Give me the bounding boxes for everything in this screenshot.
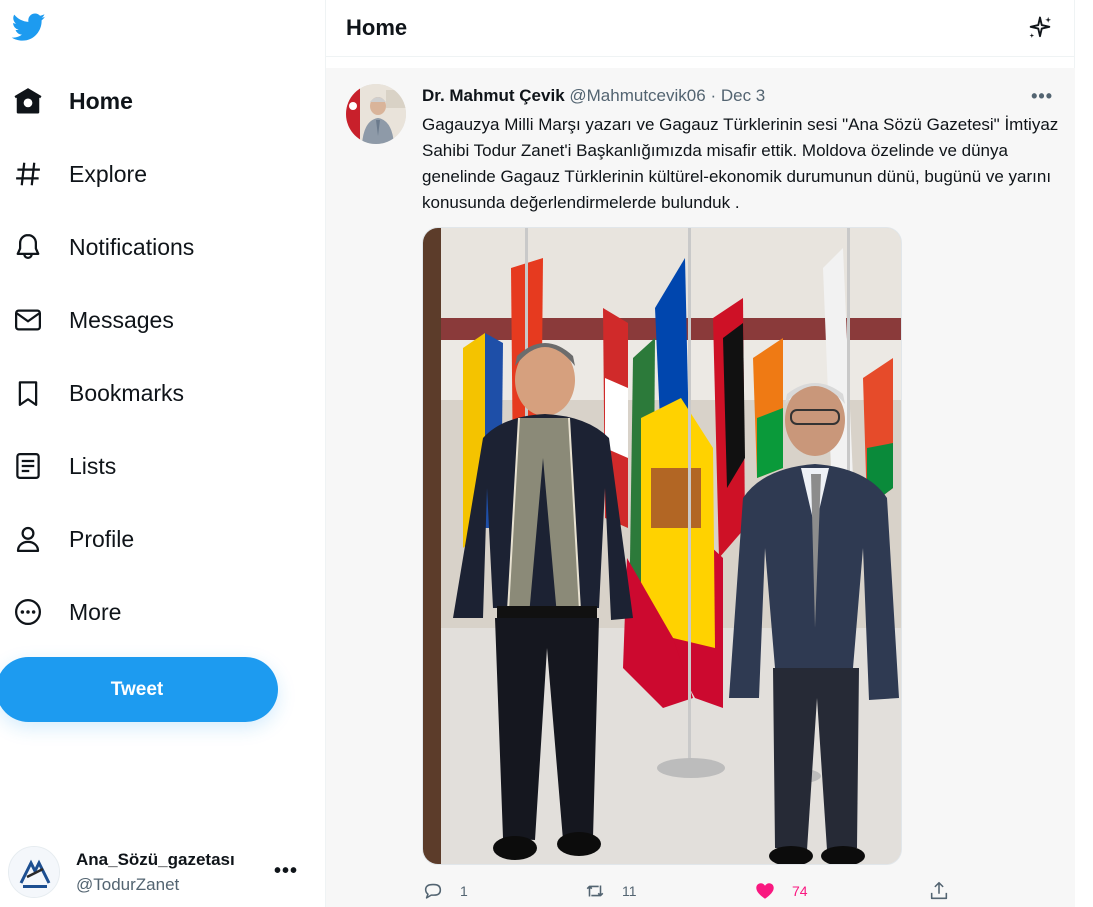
page-title: Home <box>346 15 408 40</box>
home-icon <box>0 86 56 116</box>
share-icon <box>930 881 948 900</box>
retweet-icon <box>586 885 604 897</box>
nav-item-explore[interactable]: Explore <box>0 146 147 202</box>
nav-label: Profile <box>69 525 135 552</box>
hashtag-icon <box>0 159 56 189</box>
tweet-card[interactable]: Dr. Mahmut Çevik @Mahmutcevik06 · Dec 3 … <box>326 68 1075 907</box>
reply-icon <box>424 883 442 899</box>
nav-label: Explore <box>69 160 147 187</box>
nav-label: Bookmarks <box>69 379 185 406</box>
nav-item-home[interactable]: Home <box>0 73 133 129</box>
tweet-photo[interactable] <box>422 227 902 865</box>
nav-label: Lists <box>69 452 117 479</box>
nav-item-more[interactable]: More <box>0 584 121 640</box>
heart-icon <box>756 883 774 899</box>
tweet-date[interactable]: Dec 3 <box>721 86 765 105</box>
bookmark-icon <box>0 378 56 408</box>
timeline-header: Home <box>326 0 1074 57</box>
retweet-button[interactable]: 11 <box>584 880 637 902</box>
account-avatar <box>8 846 60 898</box>
sparkle-icon[interactable] <box>1026 14 1054 42</box>
account-switcher[interactable]: Ana_Sözü_gazetası @TodurZanet ••• <box>8 840 308 904</box>
author-name[interactable]: Dr. Mahmut Çevik <box>422 86 565 105</box>
separator-dot: · <box>710 86 717 105</box>
sidebar: Home Explore Notifications Messages Book… <box>0 0 325 907</box>
account-more-icon[interactable]: ••• <box>274 860 298 883</box>
list-icon <box>0 451 56 481</box>
share-button[interactable] <box>928 880 950 902</box>
tweet-actions: 1 11 74 <box>422 880 1062 907</box>
nav-label: Messages <box>69 306 174 333</box>
retweet-count: 11 <box>622 883 637 899</box>
reply-button[interactable]: 1 <box>422 880 468 902</box>
nav-label: Notifications <box>69 233 195 260</box>
tweet-text: Gagauzya Milli Marşı yazarı ve Gagauz Tü… <box>422 115 1059 212</box>
tweet-more-icon[interactable]: ••• <box>1031 86 1053 107</box>
reply-count: 1 <box>460 883 468 899</box>
twitter-logo-icon[interactable] <box>10 10 48 44</box>
author-avatar[interactable] <box>346 84 406 144</box>
like-button[interactable]: 74 <box>754 880 808 902</box>
nav-item-messages[interactable]: Messages <box>0 292 174 348</box>
timeline: Home Dr. Mahmut Çevik @Mahmutcevik06 · D… <box>325 0 1075 907</box>
account-handle: @TodurZanet <box>76 874 180 894</box>
like-count: 74 <box>792 883 808 899</box>
nav-item-profile[interactable]: Profile <box>0 511 134 567</box>
nav-label: Home <box>69 87 133 114</box>
envelope-icon <box>0 305 56 335</box>
tweet-button[interactable]: Tweet <box>0 657 278 722</box>
nav-label: More <box>69 598 122 625</box>
nav-item-notifications[interactable]: Notifications <box>0 219 194 275</box>
nav-item-lists[interactable]: Lists <box>0 438 116 494</box>
tweet-header: Dr. Mahmut Çevik @Mahmutcevik06 · Dec 3 <box>422 86 765 106</box>
nav-item-bookmarks[interactable]: Bookmarks <box>0 365 184 421</box>
bell-icon <box>0 232 56 262</box>
person-icon <box>0 524 56 554</box>
more-circle-icon <box>0 597 56 627</box>
author-handle[interactable]: @Mahmutcevik06 <box>569 86 705 105</box>
account-name: Ana_Sözü_gazetası <box>76 849 235 869</box>
